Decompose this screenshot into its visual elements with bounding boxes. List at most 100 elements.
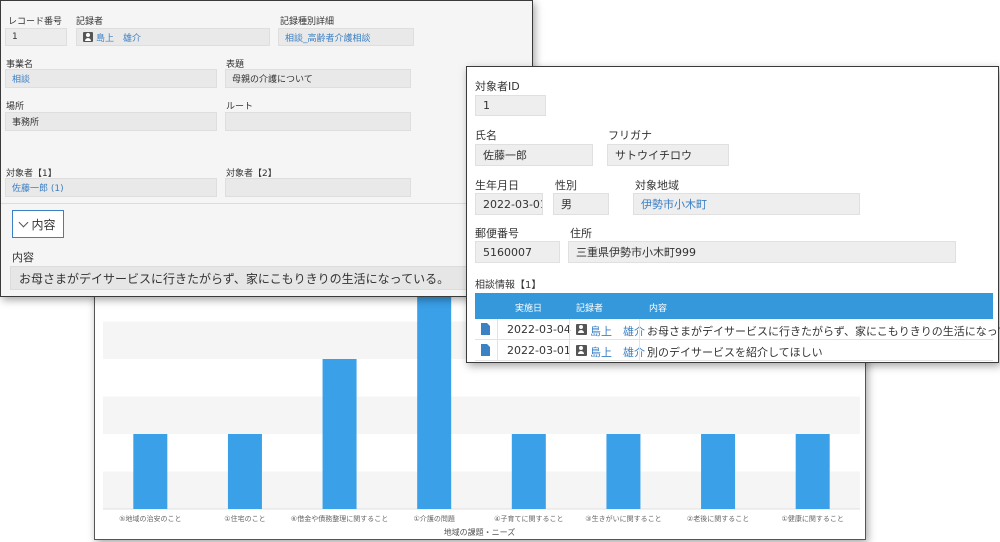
content-section-toggle[interactable]: 内容	[12, 210, 64, 238]
x-tick-label: ③生きがいに関すること	[585, 514, 661, 523]
column-separator	[569, 340, 570, 361]
subject-field: 母親の介護について	[225, 69, 411, 88]
chart-bar[interactable]	[322, 359, 357, 509]
column-separator	[639, 319, 640, 340]
chart-bar[interactable]	[417, 284, 452, 509]
grid-band	[103, 434, 860, 472]
row-content: お母さまがデイサービスに行きたがらず、家にこもりきりの生活になっている。	[647, 325, 1000, 338]
user-icon	[576, 324, 587, 335]
recorder-link[interactable]: 島上 雄介	[96, 31, 141, 44]
content-field: お母さまがデイサービスに行きたがらず、家にこもりきりの生活になっている。	[10, 266, 524, 290]
subject-value: 母親の介護について	[232, 75, 313, 85]
place-field: 事務所	[5, 112, 217, 131]
user-icon	[83, 32, 93, 42]
zip-field: 5160007	[475, 241, 560, 263]
subject-detail-window: 対象者ID 1 氏名 佐藤一郎 フリガナ サトウイチロウ 生年月日 2022-0…	[466, 66, 1000, 363]
name-label: 氏名	[475, 129, 497, 142]
kana-value: サトウイチロウ	[615, 149, 692, 162]
row-recorder: 島上 雄介	[576, 323, 645, 339]
content-label: 内容	[12, 251, 34, 264]
gender-value: 男	[561, 198, 572, 211]
section-divider	[1, 203, 532, 204]
chart-bar[interactable]	[511, 434, 546, 509]
column-separator	[569, 319, 570, 340]
col-header-recorder: 記録者	[576, 304, 604, 314]
record-number-field: 1	[5, 28, 67, 46]
row-recorder-link[interactable]: 島上 雄介	[590, 325, 645, 338]
consult-info-label: 相談情報【1】	[475, 280, 542, 291]
table-row[interactable]: 2022-03-01 島上 雄介 別のデイサービスを紹介してほしい	[475, 340, 993, 361]
gender-label: 性別	[555, 179, 577, 192]
place-value: 事務所	[12, 118, 40, 128]
business-field: 相談	[5, 69, 217, 88]
x-tick-label: ④子育てに関すること	[494, 514, 563, 523]
x-axis-label: 地域の課題・ニーズ	[444, 527, 516, 537]
address-value: 三重県伊勢市小木町999	[576, 246, 696, 259]
column-separator	[639, 340, 640, 361]
area-link[interactable]: 伊勢市小木町	[641, 196, 707, 212]
target1-field: 佐藤一郎 (1)	[5, 178, 217, 197]
subject-id-value: 1	[483, 99, 490, 112]
document-icon[interactable]	[481, 344, 490, 356]
record-number-value: 1	[12, 32, 18, 42]
gender-field: 男	[553, 193, 609, 215]
content-value: お母さまがデイサービスに行きたがらず、家にこもりきりの生活になっている。	[19, 271, 450, 286]
x-tick-label: ①介護の問題	[414, 514, 455, 523]
table-row[interactable]: 2022-03-04 島上 雄介 お母さまがデイサービスに行きたがらず、家にこも…	[475, 319, 1000, 340]
row-content: 別のデイサービスを紹介してほしい	[647, 346, 823, 359]
address-field: 三重県伊勢市小木町999	[568, 241, 956, 263]
user-icon	[576, 345, 587, 356]
row-recorder: 島上 雄介	[576, 344, 645, 360]
target1-link[interactable]: 佐藤一郎 (1)	[12, 181, 64, 194]
address-label: 住所	[570, 227, 592, 240]
x-tick-label: ①住宅のこと	[224, 514, 265, 523]
x-tick-label: ⑥借金や債務整理に関すること	[291, 514, 388, 523]
record-form-window: レコード番号 1 記録者 島上 雄介 記録種別詳細 相談_高齢者介護相談 事業名…	[0, 0, 533, 297]
record-type-link[interactable]: 相談_高齢者介護相談	[285, 31, 371, 44]
subject-id-field: 1	[475, 95, 546, 116]
x-tick-label: ①健康に関すること	[782, 514, 844, 523]
business-link[interactable]: 相談	[12, 72, 30, 85]
area-field: 伊勢市小木町	[633, 193, 860, 215]
content-section-toggle-label: 内容	[31, 217, 56, 232]
birth-label: 生年月日	[475, 179, 519, 192]
kana-label: フリガナ	[608, 129, 652, 142]
kana-field: サトウイチロウ	[607, 144, 729, 166]
name-field: 佐藤一郎	[475, 144, 593, 166]
birth-value: 2022-03-01	[483, 197, 543, 211]
row-date: 2022-03-01	[507, 344, 571, 357]
recorder-field: 島上 雄介	[76, 28, 270, 46]
col-header-content: 内容	[649, 304, 668, 314]
birth-field: 2022-03-01	[475, 193, 543, 215]
zip-value: 5160007	[483, 245, 532, 259]
name-value: 佐藤一郎	[483, 149, 527, 162]
grid-band	[103, 396, 860, 434]
chart-bar[interactable]	[227, 434, 262, 509]
row-recorder-link[interactable]: 島上 雄介	[590, 346, 645, 359]
route-field	[225, 112, 411, 131]
row-date: 2022-03-04	[507, 323, 571, 336]
column-separator	[497, 340, 498, 361]
chevron-down-icon	[19, 217, 29, 227]
col-header-date: 実施日	[515, 304, 543, 314]
recorder-label: 記録者	[76, 17, 104, 27]
grid-band	[103, 471, 860, 509]
chart-bar[interactable]	[133, 434, 168, 509]
chart-bar[interactable]	[606, 434, 641, 509]
zip-label: 郵便番号	[475, 227, 519, 240]
target2-field	[225, 178, 411, 197]
subject-id-label: 対象者ID	[475, 80, 520, 93]
column-separator	[497, 319, 498, 340]
x-tick-label: ②老後に関すること	[687, 514, 749, 523]
document-icon[interactable]	[481, 323, 490, 335]
record-type-field: 相談_高齢者介護相談	[278, 28, 414, 46]
place-label: 場所	[6, 102, 25, 112]
grid-band	[103, 359, 860, 397]
record-type-label: 記録種別詳細	[280, 17, 335, 27]
x-tick-label: ⑤地域の治安のこと	[119, 514, 181, 523]
consult-table-header: 実施日 記録者 内容	[475, 293, 993, 319]
area-label: 対象地域	[635, 179, 679, 192]
chart-bar[interactable]	[701, 434, 736, 509]
chart-bar[interactable]	[795, 434, 830, 509]
record-number-label: レコード番号	[8, 17, 63, 27]
